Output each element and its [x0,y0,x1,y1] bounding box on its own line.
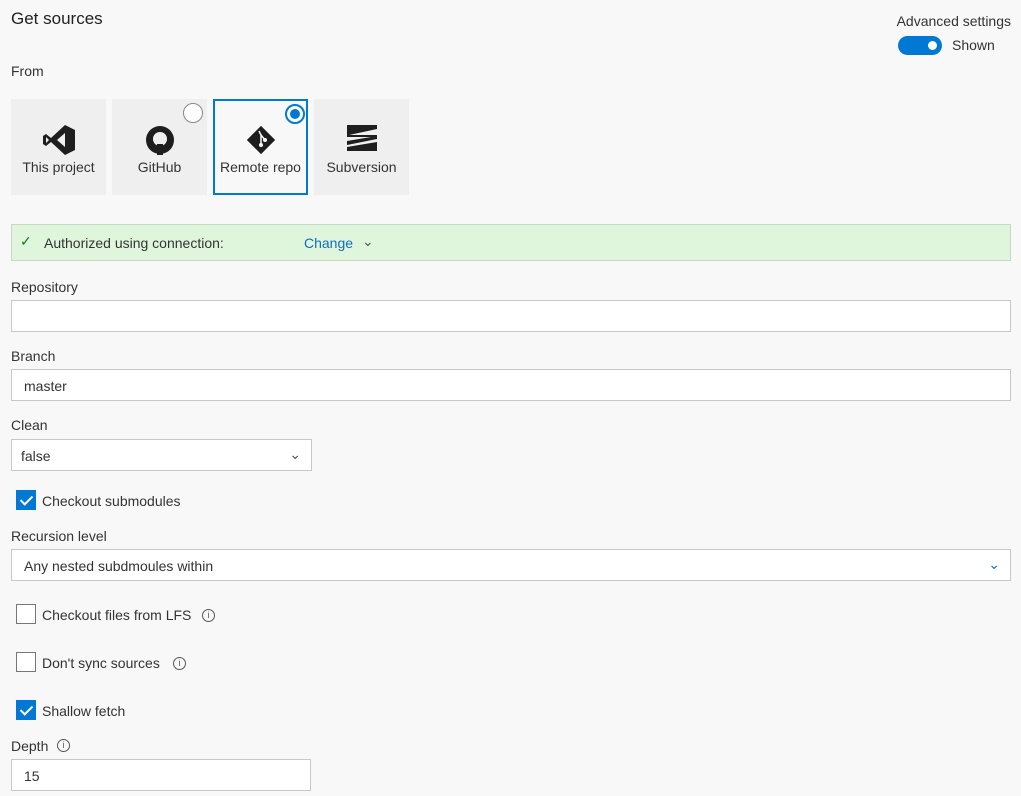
chevron-down-icon: ⌄ [289,446,301,462]
change-link[interactable]: Change [304,235,353,251]
subversion-icon [314,125,409,155]
checkout-submodules-label: Checkout submodules [42,493,181,509]
auth-text: Authorized using connection: [44,235,224,251]
depth-input[interactable]: 15 [11,759,311,791]
depth-label: Depth [11,738,49,754]
advanced-settings-label: Advanced settings [896,13,1011,29]
recursion-value: Any nested subdmoules within [24,558,214,574]
clean-select[interactable]: false ⌄ [11,439,312,471]
from-label: From [11,63,44,79]
info-icon[interactable]: i [57,739,70,752]
radio-github[interactable] [183,103,203,123]
dont-sync-checkbox[interactable] [16,652,36,672]
recursion-label: Recursion level [11,528,107,544]
checkout-submodules-checkbox[interactable] [16,490,36,510]
info-icon[interactable]: i [173,657,186,670]
recursion-select[interactable]: Any nested subdmoules within ⌄ [11,549,1011,581]
source-label: Remote repo [220,159,301,175]
source-this-project[interactable]: This project [11,99,106,195]
source-label: Subversion [326,159,397,175]
lfs-checkbox[interactable] [16,604,36,624]
source-label: This project [22,159,95,175]
info-icon[interactable]: i [202,609,215,622]
github-icon [112,125,207,155]
shallow-fetch-label: Shallow fetch [42,703,126,719]
source-label: GitHub [137,159,182,175]
auth-banner: ✓ Authorized using connection: Change ⌄ [11,224,1011,261]
source-remote-repo[interactable]: Remote repo [213,99,308,195]
source-github[interactable]: GitHub [112,99,207,195]
visual-studio-icon [11,125,106,155]
shallow-fetch-checkbox[interactable] [16,700,36,720]
branch-input[interactable]: master [11,369,1011,401]
clean-label: Clean [11,417,48,433]
repository-label: Repository [11,279,78,295]
chevron-down-icon: ⌄ [988,556,1000,572]
check-icon: ✓ [20,233,32,249]
advanced-settings-toggle[interactable] [898,36,942,55]
clean-value: false [21,448,51,464]
toggle-state: Shown [952,37,995,53]
page-title: Get sources [11,9,103,28]
repository-input[interactable] [11,300,1011,332]
dont-sync-label: Don't sync sources [42,655,160,671]
chevron-down-icon[interactable]: ⌄ [362,233,374,250]
branch-label: Branch [11,348,56,364]
git-icon [215,125,306,155]
lfs-label: Checkout files from LFS [42,607,192,623]
source-subversion[interactable]: Subversion [314,99,409,195]
radio-remote-repo[interactable] [285,104,305,124]
